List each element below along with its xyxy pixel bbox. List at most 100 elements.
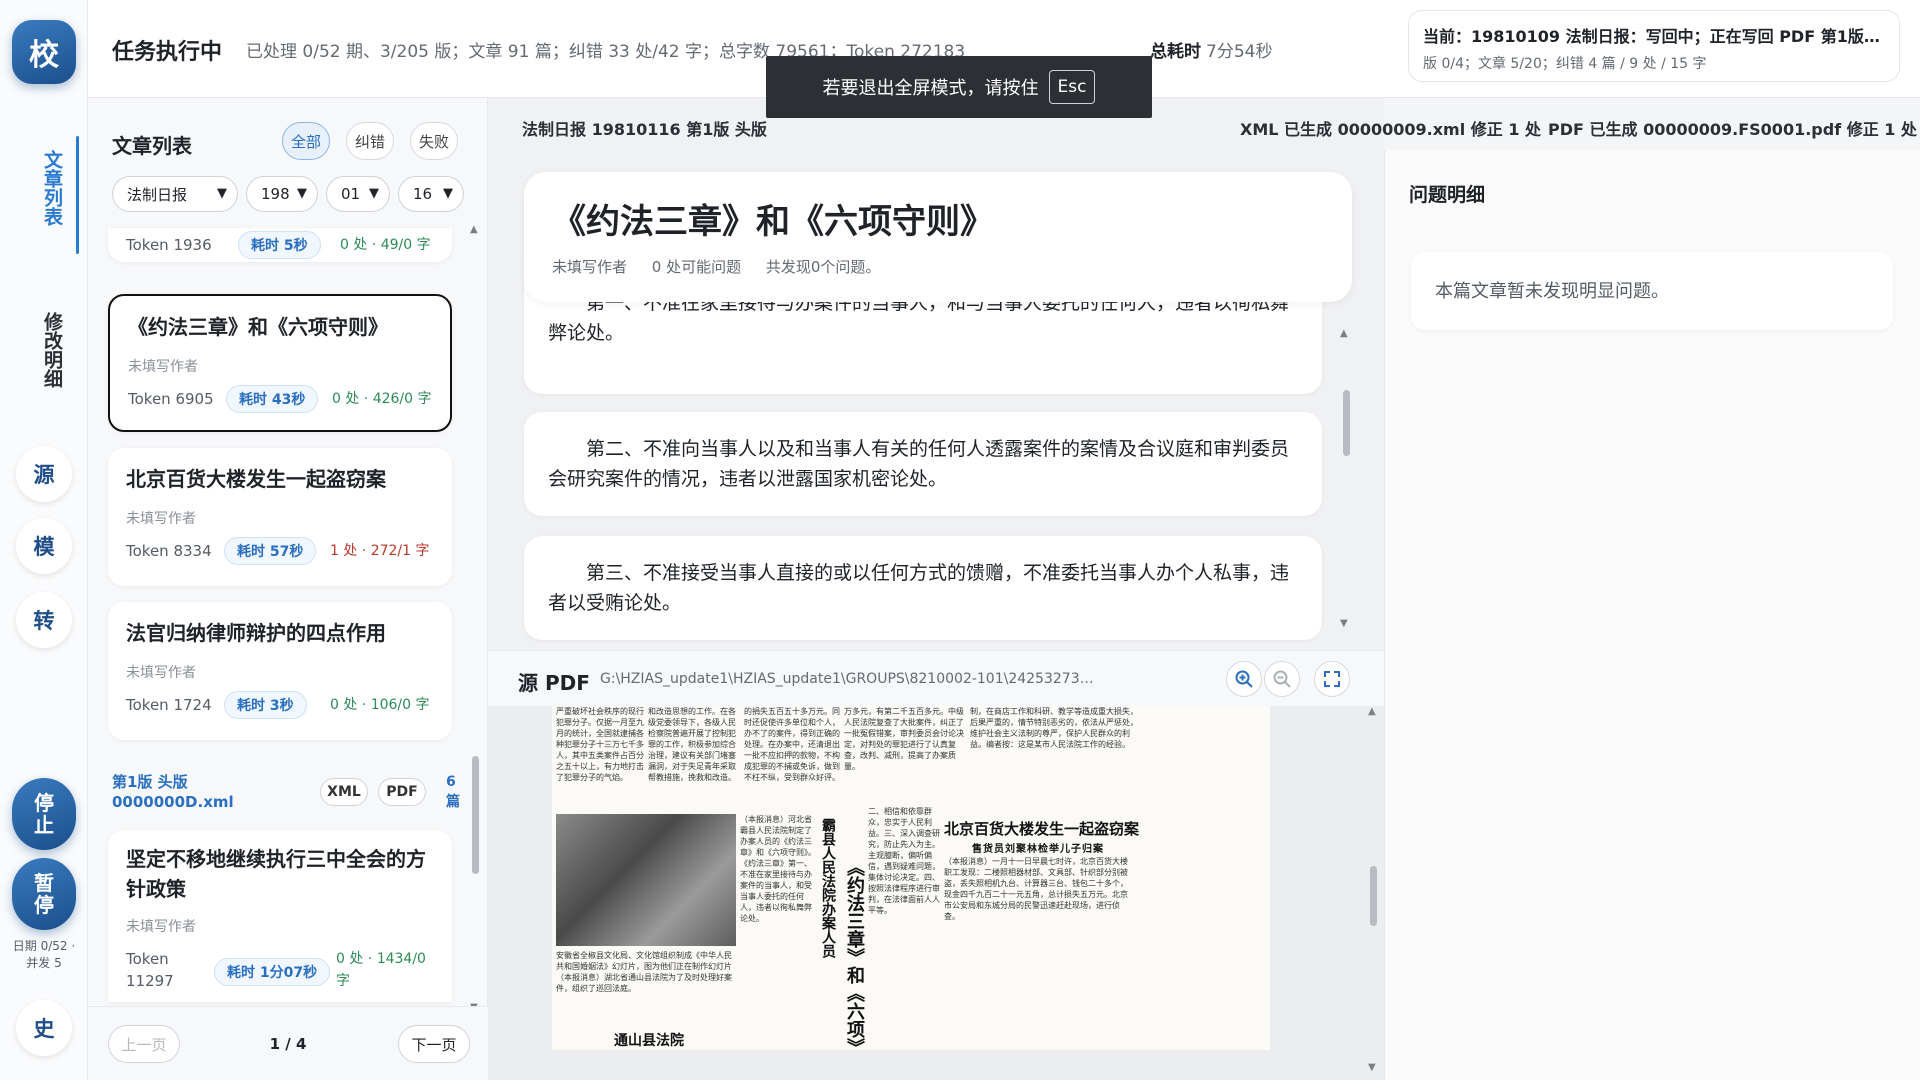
pdf-status: PDF 已生成 00000009.FS0001.pdf 修正 1 处 [1548,120,1917,139]
rail-tab-articles[interactable]: 文章列表 [26,150,63,226]
filter-all[interactable]: 全部 [282,122,330,160]
article-scrollbar[interactable]: ▲ ▼ [1340,328,1354,630]
card-count: 0 处 · 1434/0 字 [336,951,426,989]
scroll-down-icon[interactable]: ▼ [1340,618,1348,629]
chevron-down-icon: ▼ [369,186,379,201]
source-pdf-label: 源 PDF [518,671,590,695]
card-time-badge: 耗时 43秒 [226,385,319,413]
article-meta: 未填写作者 0 处可能问题 共发现0个问题。 [552,256,900,277]
article-card[interactable]: Token 1936 耗时 5秒 0 处 · 49/0 字 [108,228,452,262]
card-token: Token 8334 [126,542,212,560]
task-status-title: 任务执行中 [112,40,223,65]
card-token: Token 6905 [128,390,214,408]
current-task-box: 当前：19810109 法制日报：写回中；正在写回 PDF 第1版 ... 版 … [1408,10,1900,82]
article-card[interactable]: 北京百货大楼发生一起盗窃案 未填写作者 Token 8334 耗时 57秒 1 … [108,448,452,586]
scrollbar-thumb[interactable] [1343,390,1350,456]
no-issues-message: 本篇文章暂未发现明显问题。 [1411,252,1893,330]
article-card[interactable]: 坚定不移地继续执行三中全会的方针政策 未填写作者 Token 11297 耗时 … [108,830,452,1002]
scrollbar-thumb[interactable] [472,756,479,874]
card-title: 坚定不移地继续执行三中全会的方针政策 [126,847,426,901]
article-detail-panel: 法制日报 19810116 第1版 头版 《约法三章》和《六项守则》 未填写作者… [488,98,1384,1080]
pagination: 上一页 1 / 4 下一页 [88,1006,488,1080]
scrollbar-thumb[interactable] [1370,866,1377,926]
article-card[interactable]: 法官归纳律师辩护的四点作用 未填写作者 Token 1724 耗时 3秒 0 处… [108,602,452,740]
pdf-column: 制，在商店工作和科研、教学等造成重大损失，后果严重的，情节特别恶劣的，依法从严惩… [970,707,1138,749]
stop-button[interactable]: 停止 [12,778,76,850]
scroll-up-icon[interactable]: ▲ [1340,328,1348,339]
pdf-vertical-headline: 《约法三章》和《六项》 [844,858,865,1050]
filter-failed[interactable]: 失败 [410,122,458,160]
paragraph-text: 第三、不准接受当事人直接的或以任何方式的馈赠，不准委托当事人办个人私事，违者以受… [548,562,1290,614]
pdf-viewer[interactable]: 严重破坏社会秩序的现行犯罪分子。仅据一月至九月的统计，全国就逮捕各种犯罪分子十三… [488,706,1384,1080]
stop-button-label: 停止 [34,791,54,837]
chevron-down-icon: ▼ [217,186,227,201]
rail-tab-changes[interactable]: 修改明细 [26,312,63,388]
model-button[interactable]: 模 [16,518,72,574]
paragraph-card: 第二、不准向当事人以及和当事人有关的任何人透露案件的案情及合议庭和审判委员会研究… [524,412,1322,516]
pdf-page: 严重破坏社会秩序的现行犯罪分子。仅据一月至九月的统计，全国就逮捕各种犯罪分子十三… [552,706,1270,1050]
prev-page-button[interactable]: 上一页 [108,1025,180,1063]
pdf-scrollbar[interactable]: ▲ ▼ [1368,706,1380,1076]
zoom-in-button[interactable] [1226,661,1262,697]
pdf-chip[interactable]: PDF [378,778,426,806]
card-author: 未填写作者 [126,919,196,935]
group-label: 第1版 头版 0000000D.xml [112,773,234,811]
card-token: Token 11297 [126,950,174,990]
possible-issues: 0 处可能问题 [651,258,742,276]
day-select[interactable]: 16 ▼ [398,176,464,212]
zoom-out-icon [1273,670,1291,688]
current-task-title: 当前：19810109 法制日报：写回中；正在写回 PDF 第1版 ... [1423,27,1885,46]
page-indicator: 1 / 4 [269,1035,307,1053]
elapsed-label: 总耗时 [1150,42,1201,62]
pdf-headline: 北京百货大楼发生一起盗窃案 [944,820,1140,838]
fullscreen-button[interactable] [1314,661,1350,697]
fullscreen-toast: 若要退出全屏模式，请按住 Esc [766,56,1152,118]
zoom-in-icon [1235,670,1253,688]
pdf-column: 和改造思想的工作。在各级党委领导下，各级人民检察院普遍开展了控制犯罪的工作，积极… [648,707,736,782]
convert-button[interactable]: 转 [16,592,72,648]
elapsed-value: 7分54秒 [1206,42,1273,62]
chevron-down-icon: ▼ [443,186,453,201]
year-select-value: 198 [261,185,290,203]
paper-select[interactable]: 法制日报 ▼ [112,176,238,212]
pdf-column: （本报消息）河北省霸县人民法院制定了办案人员的《约法三章》和《六项守则》。《约法… [740,815,816,923]
pdf-column: 的捐失五百五十多万元。同时还促使许多单位和个人，办不了的案件，得到正确的处理。在… [744,707,840,782]
article-list-panel: 文章列表 全部 纠错 失败 法制日报 ▼ 198 ▼ 01 ▼ 16 ▼ Token 1… [88,98,488,1080]
month-select-value: 01 [341,185,361,203]
card-author: 未填写作者 [128,359,198,375]
rail-active-indicator [76,136,79,254]
scroll-down-icon[interactable]: ▼ [1368,1062,1376,1073]
source-pdf-path: G:\HZIAS_update1\HZIAS_update1\GROUPS\82… [600,671,1100,687]
pdf-column: 万多元，有第二千五百多元。中级人民法院复查了大批案件，纠正了一批冤假错案，审判委… [844,707,964,771]
fullscreen-toast-text: 若要退出全屏模式，请按住 [822,78,1039,99]
filter-corrected[interactable]: 纠错 [346,122,394,160]
scroll-up-icon[interactable]: ▲ [1368,706,1376,717]
zoom-out-button[interactable] [1264,661,1300,697]
current-task-sub: 版 0/4；文章 5/20；纠错 4 篇 / 9 处 / 15 字 [1423,56,1707,72]
pdf-column: 二、相信和依靠群众，忠实于人民利益。三、深入调查研究，防止先入为主。主观臆断，偏… [868,807,940,915]
issue-group-header[interactable]: 第1版 头版 0000000D.xml XML PDF 6 篇 [112,770,462,816]
article-list-scrollbar[interactable]: ▲ ▼ [470,224,480,1020]
card-title: 北京百货大楼发生一起盗窃案 [126,467,386,491]
card-count: 1 处 · 272/1 字 [330,543,430,559]
card-time-badge: 耗时 5秒 [238,231,321,259]
issue-detail-panel: 问题明细 本篇文章暂未发现明显问题。 [1384,150,1920,1080]
next-page-button[interactable]: 下一页 [398,1025,470,1063]
history-button[interactable]: 史 [16,1000,72,1056]
pause-button[interactable]: 暂停 [12,858,76,930]
year-select[interactable]: 198 ▼ [246,176,318,212]
pdf-subheadline: 售货员刘聚林检举儿子归案 [972,844,1104,855]
issues-found: 共发现0个问题。 [765,258,881,276]
source-button[interactable]: 源 [16,446,72,502]
card-token: Token 1936 [126,236,212,254]
group-article-count: 6 篇 [446,774,460,810]
card-author: 未填写作者 [126,665,196,681]
expand-icon [1324,671,1340,687]
scroll-up-icon[interactable]: ▲ [470,224,478,235]
card-count: 0 处 · 106/0 字 [330,697,430,713]
paragraph-text: 第二、不准向当事人以及和当事人有关的任何人透露案件的案情及合议庭和审判委员会研究… [548,438,1290,490]
pdf-photo [556,814,736,946]
xml-chip[interactable]: XML [320,778,368,806]
article-card-selected[interactable]: 《约法三章》和《六项守则》 未填写作者 Token 6905 耗时 43秒 0 … [108,294,452,432]
month-select[interactable]: 01 ▼ [326,176,390,212]
